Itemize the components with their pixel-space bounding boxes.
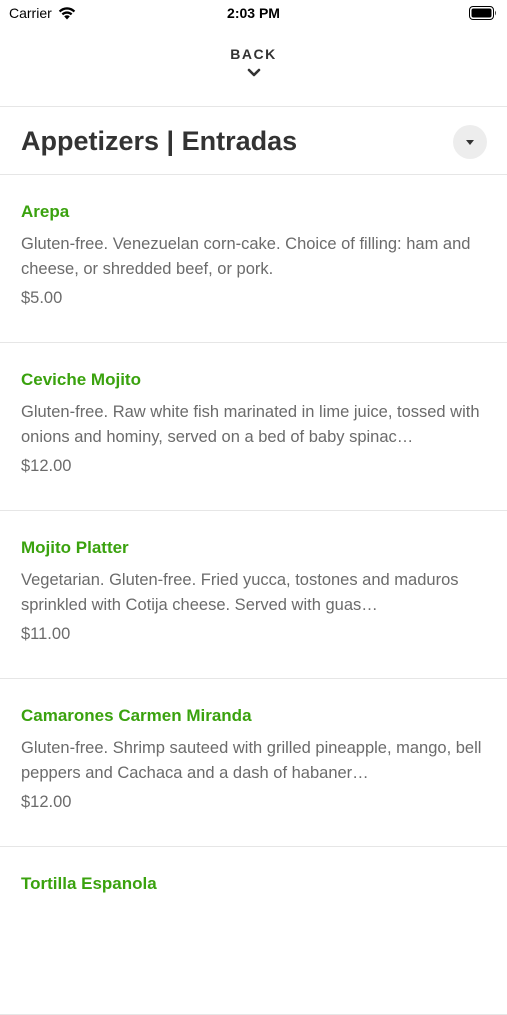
item-price: $5.00 xyxy=(21,289,63,307)
item-name: Camarones Carmen Miranda xyxy=(21,706,252,725)
menu-item-ceviche-mojito[interactable]: Ceviche Mojito Gluten-free. Raw white fi… xyxy=(0,343,507,511)
item-name: Ceviche Mojito xyxy=(21,370,141,389)
header-divider xyxy=(0,106,507,107)
item-description: Gluten-free. Raw white fish marinated in… xyxy=(21,403,480,446)
clock: 2:03 PM xyxy=(227,5,280,21)
item-description: Gluten-free. Shrimp sauteed with grilled… xyxy=(21,739,482,782)
back-label: BACK xyxy=(230,46,277,62)
status-bar: Carrier 2:03 PM xyxy=(0,0,507,28)
menu-item-tortilla-espanola[interactable]: Tortilla Espanola xyxy=(0,847,507,1015)
chevron-down-icon xyxy=(247,68,260,77)
item-description: Vegetarian. Gluten-free. Fried yucca, to… xyxy=(21,571,459,614)
menu-item-arepa[interactable]: Arepa Gluten-free. Venezuelan corn-cake.… xyxy=(0,175,507,343)
category-title: Appetizers | Entradas xyxy=(21,126,298,156)
battery-icon xyxy=(469,6,496,20)
back-button[interactable]: BACK xyxy=(0,46,507,92)
category-dropdown-button[interactable] xyxy=(453,125,487,159)
item-price: $12.00 xyxy=(21,457,72,475)
item-price: $11.00 xyxy=(21,625,71,643)
item-price: $12.00 xyxy=(21,793,72,811)
item-name: Arepa xyxy=(21,202,70,221)
caret-down-icon xyxy=(466,139,474,145)
item-name: Mojito Platter xyxy=(21,538,129,557)
item-description: Gluten-free. Venezuelan corn-cake. Choic… xyxy=(21,235,471,278)
item-name: Tortilla Espanola xyxy=(21,874,157,893)
menu-item-mojito-platter[interactable]: Mojito Platter Vegetarian. Gluten-free. … xyxy=(0,511,507,679)
menu-list: Arepa Gluten-free. Venezuelan corn-cake.… xyxy=(0,175,507,1015)
category-header: Appetizers | Entradas xyxy=(0,108,507,174)
menu-item-camarones-carmen-miranda[interactable]: Camarones Carmen Miranda Gluten-free. Sh… xyxy=(0,679,507,847)
